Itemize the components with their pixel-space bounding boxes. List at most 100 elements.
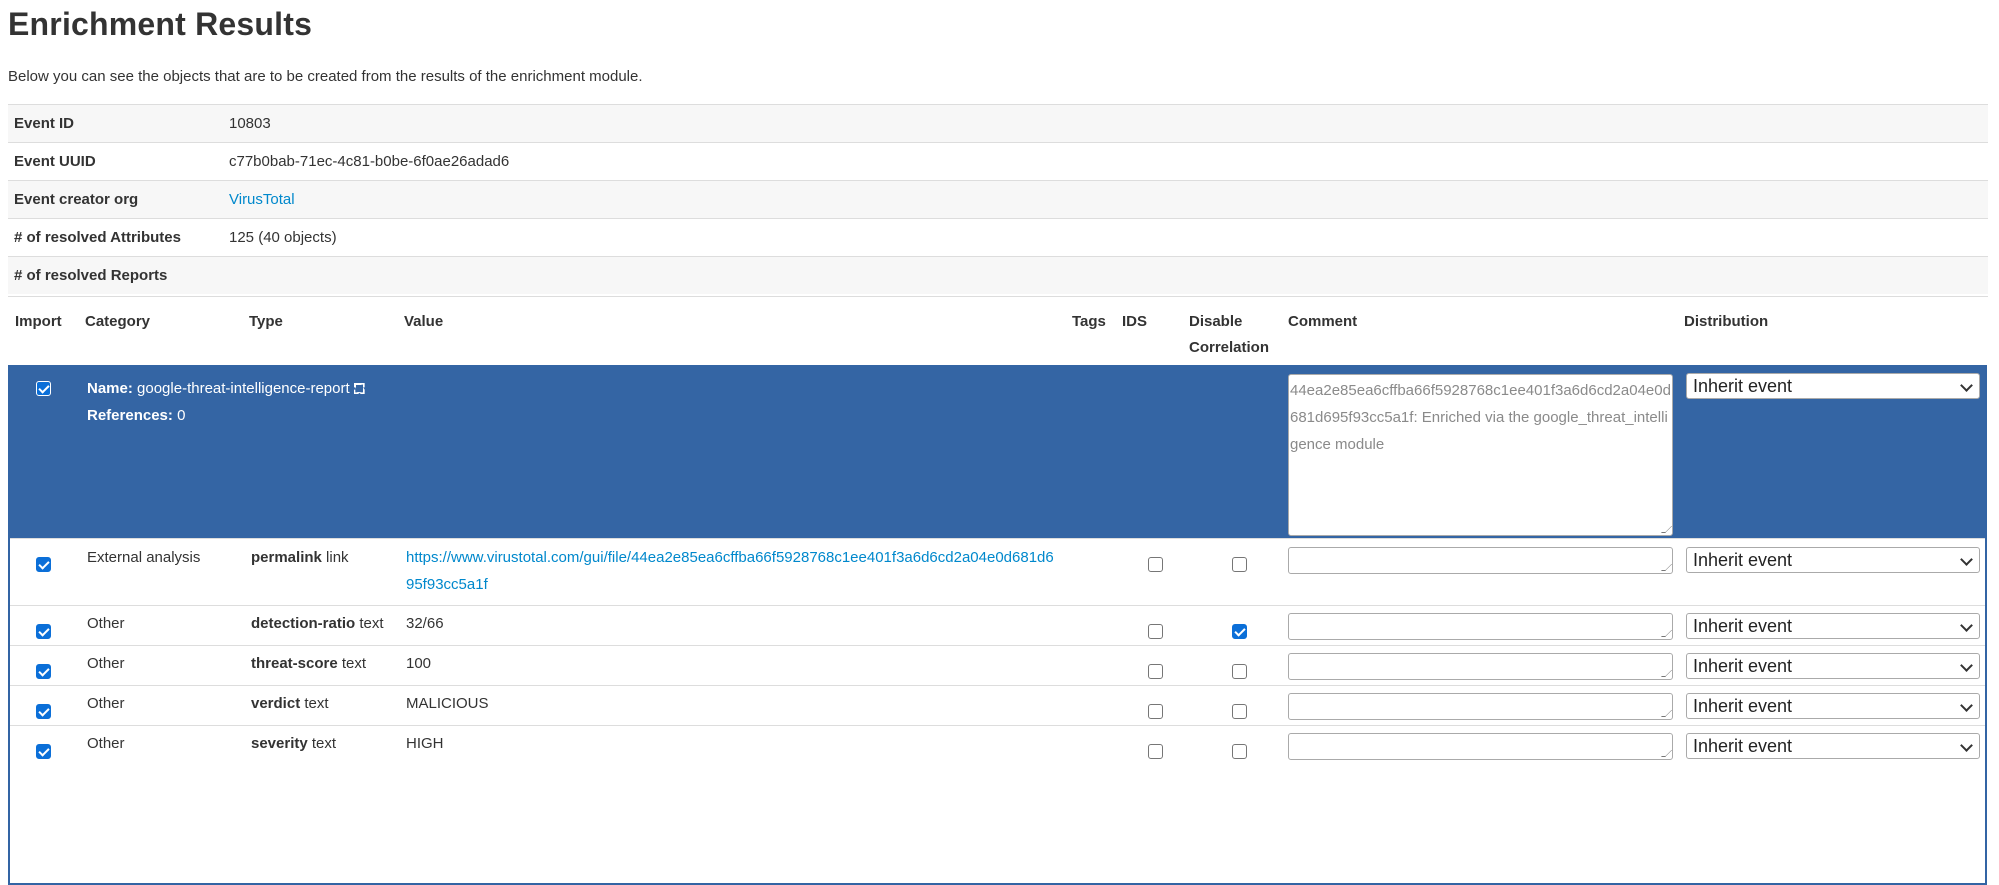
attribute-type: threat-score text bbox=[251, 655, 366, 672]
attribute-comment-textarea[interactable] bbox=[1288, 547, 1673, 574]
event-info-table: Event ID 10803 Event UUID c77b0bab-71ec-4c8… bbox=[8, 104, 1988, 294]
object-block: Name: google-threat-intelligence-report … bbox=[8, 365, 1987, 885]
col-ids: IDS bbox=[1122, 313, 1148, 330]
attribute-category: Other bbox=[87, 735, 125, 752]
disable-correlation-checkbox[interactable] bbox=[1232, 704, 1247, 719]
attribute-relation: permalink bbox=[251, 549, 322, 566]
attribute-type-name: link bbox=[326, 549, 349, 566]
event-info-row: # of resolved Attributes 125 (40 objects) bbox=[8, 218, 1988, 257]
event-info-key: # of resolved Reports bbox=[8, 256, 223, 294]
page-subtitle: Below you can see the objects that are t… bbox=[8, 68, 643, 85]
ids-checkbox[interactable] bbox=[1148, 664, 1163, 679]
object-import-checkbox[interactable] bbox=[36, 381, 51, 396]
attribute-value-link[interactable]: https://www.virustotal.com/gui/file/44ea… bbox=[406, 549, 1054, 593]
attribute-relation: verdict bbox=[251, 695, 301, 712]
ids-checkbox[interactable] bbox=[1148, 744, 1163, 759]
disable-correlation-checkbox[interactable] bbox=[1232, 624, 1247, 639]
attribute-category: Other bbox=[87, 655, 125, 672]
col-value: Value bbox=[404, 313, 444, 330]
disable-correlation-checkbox[interactable] bbox=[1232, 664, 1247, 679]
attribute-category: Other bbox=[87, 615, 125, 632]
object-meta: Name: google-threat-intelligence-report … bbox=[87, 375, 365, 429]
ids-checkbox[interactable] bbox=[1148, 704, 1163, 719]
attribute-type-name: text bbox=[304, 695, 329, 712]
attribute-distribution-select[interactable]: Inherit event bbox=[1686, 693, 1980, 719]
col-distribution: Distribution bbox=[1684, 313, 1769, 330]
event-info-value: 10803 bbox=[223, 104, 1988, 143]
attribute-distribution-value: Inherit event bbox=[1693, 736, 1793, 756]
attribute-type: verdict text bbox=[251, 695, 329, 712]
event-info-key: # of resolved Attributes bbox=[8, 218, 223, 257]
object-name-label: Name: bbox=[87, 380, 133, 397]
attribute-import-checkbox[interactable] bbox=[36, 704, 51, 719]
event-info-row: Event creator org VirusTotal bbox=[8, 180, 1988, 219]
creator-org-link[interactable]: VirusTotal bbox=[229, 191, 295, 208]
attribute-distribution-select[interactable]: Inherit event bbox=[1686, 733, 1980, 759]
attribute-relation: detection-ratio bbox=[251, 615, 356, 632]
event-info-key: Event ID bbox=[8, 104, 223, 143]
attribute-type: severity text bbox=[251, 735, 336, 752]
event-info-key: Event UUID bbox=[8, 142, 223, 181]
event-info-value: c77b0bab-71ec-4c81-b0be-6f0ae26adad6 bbox=[223, 142, 1988, 181]
col-category: Category bbox=[85, 313, 151, 330]
attribute-distribution-value: Inherit event bbox=[1693, 550, 1793, 570]
col-tags: Tags bbox=[1072, 313, 1106, 330]
col-type: Type bbox=[249, 313, 283, 330]
attribute-distribution-select[interactable]: Inherit event bbox=[1686, 653, 1980, 679]
attribute-comment-textarea[interactable] bbox=[1288, 693, 1673, 720]
attribute-distribution-value: Inherit event bbox=[1693, 696, 1793, 716]
attribute-value: MALICIOUS bbox=[406, 695, 489, 712]
attribute-import-checkbox[interactable] bbox=[36, 664, 51, 679]
chevron-down-icon bbox=[1960, 659, 1973, 672]
chevron-down-icon bbox=[1960, 553, 1973, 566]
chevron-down-icon bbox=[1960, 699, 1973, 712]
attribute-row: Other verdict text MALICIOUS Inherit event bbox=[10, 685, 1985, 725]
attribute-import-checkbox[interactable] bbox=[36, 557, 51, 572]
attribute-distribution-select[interactable]: Inherit event bbox=[1686, 547, 1980, 573]
object-name: google-threat-intelligence-report bbox=[137, 380, 350, 397]
table-header: Import Category Type Value Tags IDS Disa… bbox=[8, 296, 1988, 365]
ids-checkbox[interactable] bbox=[1148, 624, 1163, 639]
col-import: Import bbox=[15, 313, 62, 330]
attribute-comment-textarea[interactable] bbox=[1288, 613, 1673, 640]
attribute-category: External analysis bbox=[87, 549, 201, 566]
page: Enrichment Results Below you can see the… bbox=[8, 0, 1988, 885]
event-info-row: Event ID 10803 bbox=[8, 104, 1988, 143]
attribute-relation: threat-score bbox=[251, 655, 338, 672]
event-info-value bbox=[223, 256, 1988, 294]
event-info-value: VirusTotal bbox=[223, 180, 1988, 219]
col-disable-correlation: Disable Correlation bbox=[1189, 313, 1270, 356]
attribute-type-name: text bbox=[341, 655, 367, 672]
object-distribution-select[interactable]: Inherit event bbox=[1686, 373, 1980, 399]
attribute-row: External analysis permalink link https://w… bbox=[10, 538, 1985, 605]
disable-correlation-checkbox[interactable] bbox=[1232, 557, 1247, 572]
chevron-down-icon bbox=[1960, 379, 1973, 392]
attribute-type: detection-ratio text bbox=[251, 615, 384, 632]
objects-table: Import Category Type Value Tags IDS Disa… bbox=[8, 296, 1988, 885]
attribute-import-checkbox[interactable] bbox=[36, 624, 51, 639]
expand-icon[interactable] bbox=[353, 383, 365, 394]
attribute-value: 100 bbox=[406, 655, 432, 672]
attribute-comment-textarea[interactable] bbox=[1288, 653, 1673, 680]
attribute-distribution-value: Inherit event bbox=[1693, 616, 1793, 636]
attribute-type-name: text bbox=[359, 615, 384, 632]
attribute-row: Other detection-ratio text 32/66 Inherit ev… bbox=[10, 605, 1985, 645]
attribute-type-name: text bbox=[311, 735, 337, 752]
ids-checkbox[interactable] bbox=[1148, 557, 1163, 572]
event-info-key: Event creator org bbox=[8, 180, 223, 219]
chevron-down-icon bbox=[1960, 739, 1973, 752]
object-comment-textarea[interactable]: 44ea2e85ea6cffba66f5928768c1ee401f3a6d6c… bbox=[1288, 374, 1673, 536]
page-title: Enrichment Results bbox=[8, 6, 313, 42]
object-header: Name: google-threat-intelligence-report … bbox=[10, 365, 1985, 538]
event-info-value: 125 (40 objects) bbox=[223, 218, 1988, 257]
disable-correlation-checkbox[interactable] bbox=[1232, 744, 1247, 759]
attribute-value: HIGH bbox=[406, 735, 444, 752]
attribute-relation: severity bbox=[251, 735, 308, 752]
attribute-import-checkbox[interactable] bbox=[36, 744, 51, 759]
col-comment: Comment bbox=[1288, 313, 1358, 330]
event-info-row: Event UUID c77b0bab-71ec-4c81-b0be-6f0ae2… bbox=[8, 142, 1988, 181]
attribute-distribution-select[interactable]: Inherit event bbox=[1686, 613, 1980, 639]
attribute-comment-textarea[interactable] bbox=[1288, 733, 1673, 760]
object-references-label: References: bbox=[87, 407, 173, 424]
attribute-type: permalink link bbox=[251, 549, 349, 566]
